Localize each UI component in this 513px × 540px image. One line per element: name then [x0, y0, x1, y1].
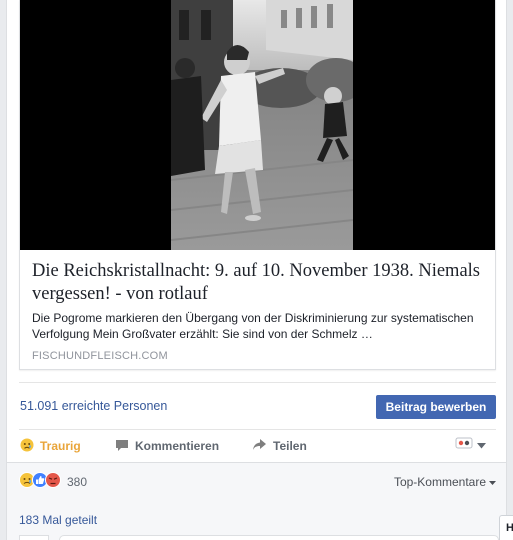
share-label: Teilen [273, 439, 307, 453]
commenter-avatar [19, 535, 49, 540]
boost-post-button[interactable]: Beitrag bewerben [376, 395, 496, 419]
speech-bubble-icon [115, 438, 129, 455]
angry-face-icon [45, 471, 61, 493]
photo-drawing [171, 0, 353, 250]
top-comments-sort[interactable]: Top-Kommentare [394, 475, 496, 489]
comments-area: 380 Top-Kommentare 183 Mal geteilt [7, 462, 506, 540]
preview-domain: FISCHUNDFLEISCH.COM [32, 350, 168, 362]
reactions-summary[interactable]: 380 [19, 471, 88, 493]
audience-face-icon [455, 436, 473, 455]
post-card: Die Reichskristallnacht: 9. auf 10. Nove… [6, 0, 507, 540]
shares-link[interactable]: 183 Mal geteilt [19, 513, 97, 527]
divider [19, 429, 496, 430]
link-preview[interactable]: Die Reichskristallnacht: 9. auf 10. Nove… [19, 0, 496, 370]
comment-button[interactable]: Kommentieren [115, 437, 219, 455]
preview-title[interactable]: Die Reichskristallnacht: 9. auf 10. Nove… [32, 260, 487, 306]
caret-down-icon [489, 475, 496, 489]
caret-down-icon [477, 436, 486, 454]
preview-image[interactable] [20, 0, 495, 250]
sad-reaction-label: Traurig [40, 439, 81, 453]
audience-selector[interactable] [455, 437, 486, 453]
sad-face-icon [20, 438, 34, 455]
reaction-count: 380 [67, 475, 88, 489]
sad-reaction-button[interactable]: Traurig [20, 437, 81, 455]
side-tab[interactable]: H [499, 515, 513, 540]
preview-description: Die Pogrome markieren den Übergang von d… [32, 311, 474, 341]
comment-input[interactable] [59, 535, 499, 540]
divider [19, 382, 496, 383]
historical-photo [171, 0, 353, 250]
share-arrow-icon [252, 438, 267, 454]
top-comments-label: Top-Kommentare [393, 475, 486, 489]
share-button[interactable]: Teilen [252, 437, 307, 455]
reach-link[interactable]: 51.091 erreichte Personen [20, 399, 167, 413]
comment-label: Kommentieren [135, 439, 220, 453]
